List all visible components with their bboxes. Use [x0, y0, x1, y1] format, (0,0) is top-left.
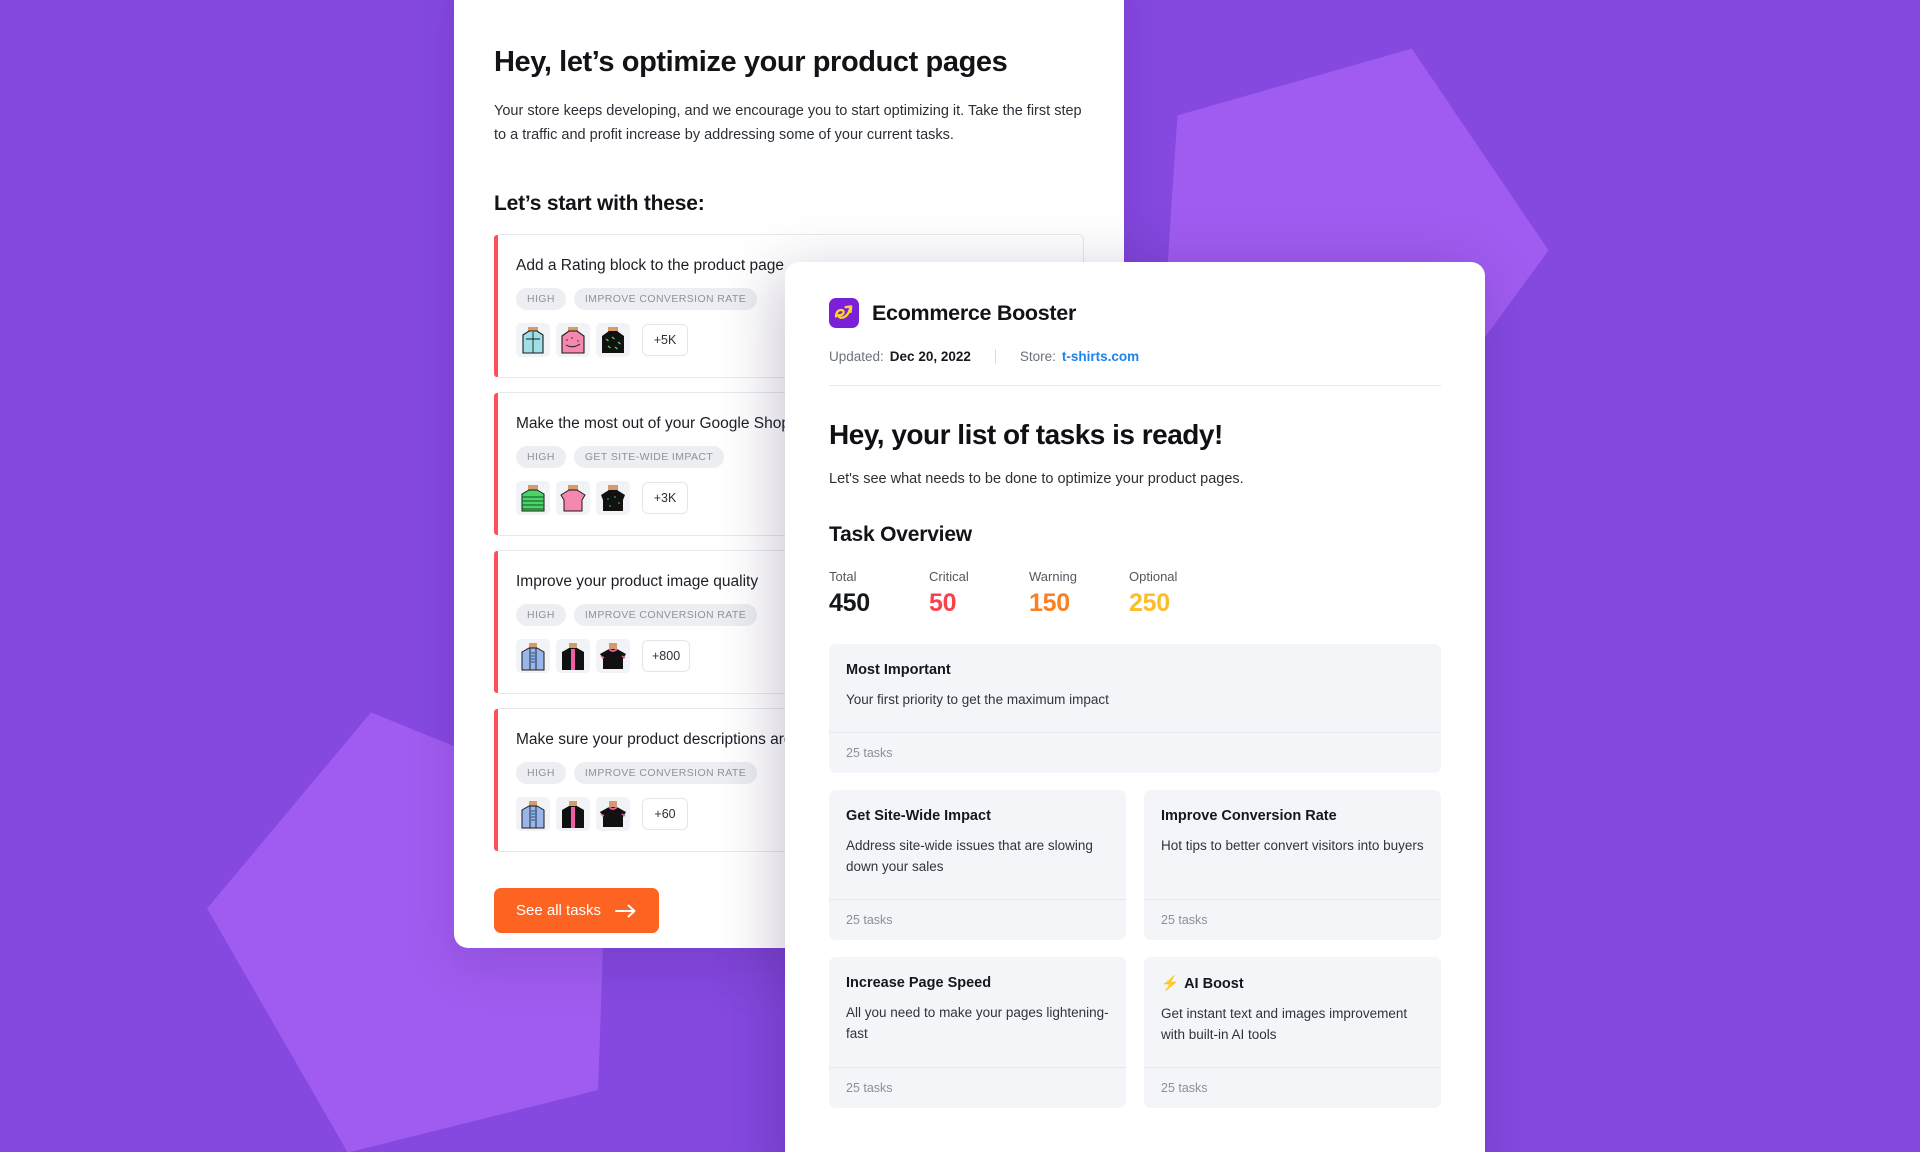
- ecommerce-booster-logo-icon: [829, 298, 859, 328]
- brand-name: Ecommerce Booster: [872, 300, 1077, 325]
- meta-divider: [994, 349, 996, 364]
- category-card-site-wide-impact[interactable]: Get Site-Wide Impact Address site-wide i…: [829, 790, 1126, 940]
- category-task-count: 25 tasks: [1144, 899, 1441, 940]
- stat-warning: Warning 150: [1029, 569, 1129, 618]
- stat-value: 150: [1029, 589, 1070, 617]
- product-thumbnail-icon: [516, 323, 550, 357]
- product-thumbnail-icon: [556, 323, 590, 357]
- stat-value: 450: [829, 589, 870, 617]
- stat-label: Optional: [1129, 569, 1178, 584]
- task-priority-tag: HIGH: [516, 446, 566, 468]
- task-category-tag: IMPROVE CONVERSION RATE: [573, 604, 758, 626]
- stat-label: Critical: [929, 569, 969, 584]
- product-thumbnail-icon: [596, 797, 630, 831]
- report-meta: Updated: Dec 20, 2022 Store: t-shirts.co…: [829, 349, 1441, 364]
- task-overview-title: Task Overview: [829, 523, 972, 546]
- task-category-tag: IMPROVE CONVERSION RATE: [573, 288, 758, 310]
- stat-label: Total: [829, 569, 857, 584]
- report-heading: Hey, your list of tasks is ready!: [829, 419, 1223, 450]
- category-title: Increase Page Speed: [846, 975, 992, 991]
- category-task-count: 25 tasks: [829, 899, 1126, 940]
- category-task-count: 25 tasks: [829, 1067, 1126, 1108]
- product-thumbnail-icon: [556, 481, 590, 515]
- category-card-ai-boost[interactable]: ⚡ AI Boost Get instant text and images im…: [1144, 957, 1441, 1108]
- task-priority-tag: HIGH: [516, 288, 566, 310]
- page-title: Hey, let’s optimize your product pages: [494, 46, 1008, 78]
- task-category-tag: IMPROVE CONVERSION RATE: [573, 762, 758, 784]
- lightning-bolt-icon: ⚡: [1161, 976, 1180, 992]
- stat-value: 50: [929, 589, 957, 617]
- category-title: Most Important: [846, 662, 951, 678]
- category-description: Get instant text and images improvement …: [1161, 1006, 1408, 1042]
- updated-label: Updated:: [829, 349, 884, 364]
- category-title: Get Site-Wide Impact: [846, 808, 991, 824]
- product-thumbnail-icon: [596, 639, 630, 673]
- stat-total: Total 450: [829, 569, 929, 618]
- arrow-right-icon: [615, 904, 637, 918]
- category-card-conversion-rate[interactable]: Improve Conversion Rate Hot tips to bett…: [1144, 790, 1441, 940]
- header-divider: [829, 385, 1441, 386]
- see-all-tasks-button[interactable]: See all tasks: [494, 888, 660, 933]
- task-overview-stats: Total 450 Critical 50 Warning 150 Option…: [829, 569, 1441, 618]
- page-intro-text: Your store keeps developing, and we enco…: [494, 103, 1082, 143]
- category-row: Increase Page Speed All you need to make…: [829, 957, 1441, 1108]
- task-priority-tag: HIGH: [516, 604, 566, 626]
- product-thumbnail-icon: [596, 481, 630, 515]
- updated-value: Dec 20, 2022: [889, 349, 971, 364]
- report-panel: Ecommerce Booster Updated: Dec 20, 2022 …: [785, 262, 1485, 1152]
- category-description: Your first priority to get the maximum i…: [846, 692, 1109, 707]
- stat-value: 250: [1129, 589, 1170, 617]
- product-thumbnail-icon: [516, 639, 550, 673]
- category-body: ⚡ AI Boost Get instant text and images im…: [1144, 957, 1441, 1067]
- stat-critical: Critical 50: [929, 569, 1029, 618]
- category-card-most-important[interactable]: Most Important Your first priority to ge…: [829, 644, 1441, 773]
- stat-optional: Optional 250: [1129, 569, 1229, 618]
- report-subheading: Let's see what needs to be done to optim…: [829, 471, 1244, 487]
- task-category-tag: GET SITE-WIDE IMPACT: [573, 446, 725, 468]
- category-body: Most Important Your first priority to ge…: [829, 644, 1441, 732]
- product-thumbnail-icon: [516, 797, 550, 831]
- category-title-text: AI Boost: [1184, 976, 1244, 992]
- see-all-tasks-label: See all tasks: [516, 902, 602, 919]
- tasks-subheading: Let’s start with these:: [494, 192, 705, 215]
- category-title: ⚡ AI Boost: [1161, 975, 1424, 992]
- product-thumbnail-icon: [556, 639, 590, 673]
- product-thumbnail-icon: [556, 797, 590, 831]
- category-body: Get Site-Wide Impact Address site-wide i…: [829, 790, 1126, 899]
- category-description: All you need to make your pages lighteni…: [846, 1005, 1109, 1041]
- task-count-badge: +60: [642, 798, 688, 830]
- task-count-badge: +5K: [642, 324, 688, 356]
- category-body: Increase Page Speed All you need to make…: [829, 957, 1126, 1067]
- store-link[interactable]: t-shirts.com: [1062, 349, 1139, 364]
- product-thumbnail-icon: [516, 481, 550, 515]
- category-card-page-speed[interactable]: Increase Page Speed All you need to make…: [829, 957, 1126, 1108]
- category-description: Hot tips to better convert visitors into…: [1161, 838, 1424, 853]
- category-task-count: 25 tasks: [829, 732, 1441, 773]
- category-grid: Most Important Your first priority to ge…: [829, 644, 1441, 1108]
- store-label: Store:: [1019, 349, 1056, 364]
- category-task-count: 25 tasks: [1144, 1067, 1441, 1108]
- task-count-badge: +3K: [642, 482, 688, 514]
- task-priority-tag: HIGH: [516, 762, 566, 784]
- category-body: Improve Conversion Rate Hot tips to bett…: [1144, 790, 1441, 899]
- category-row: Get Site-Wide Impact Address site-wide i…: [829, 790, 1441, 940]
- task-count-badge: +800: [642, 640, 691, 672]
- category-description: Address site-wide issues that are slowin…: [846, 838, 1093, 874]
- product-thumbnail-icon: [596, 323, 630, 357]
- brand-header: Ecommerce Booster: [829, 298, 1441, 328]
- stat-label: Warning: [1029, 569, 1077, 584]
- category-title: Improve Conversion Rate: [1161, 808, 1337, 824]
